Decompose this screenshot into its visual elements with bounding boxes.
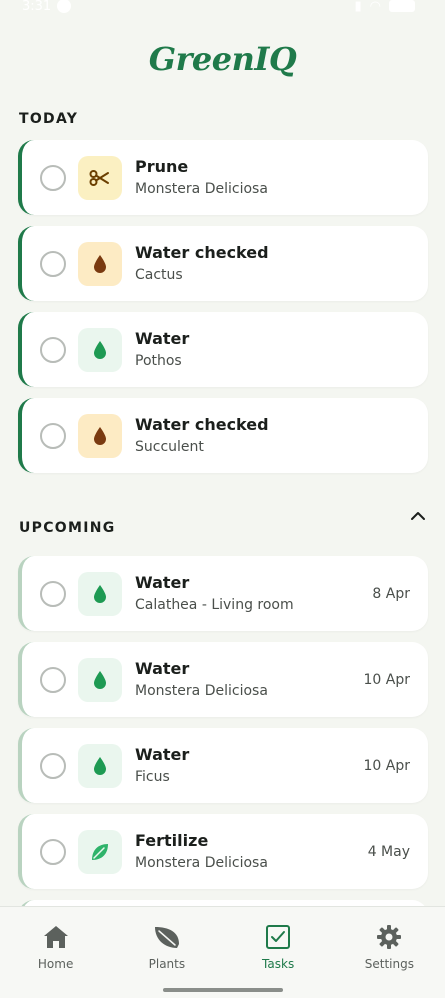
nav-tasks[interactable]: Tasks <box>223 907 334 998</box>
task-plant: Monstera Deliciosa <box>135 181 268 197</box>
task-checkbox[interactable] <box>40 250 66 277</box>
nav-home[interactable]: Home <box>0 907 111 998</box>
nav-plants[interactable]: Plants <box>111 907 222 998</box>
leaf-icon <box>78 829 122 874</box>
nav-label: Settings <box>364 957 414 971</box>
bottom-nav: Home Plants Tasks Settings <box>0 906 445 998</box>
leaf-icon <box>153 923 181 951</box>
nav-settings[interactable]: Settings <box>334 907 445 998</box>
nav-label: Tasks <box>262 957 295 971</box>
signal-icon: ▮ <box>354 0 362 14</box>
task-card[interactable]: Fertilize Monstera Deliciosa 4 May <box>18 814 428 889</box>
chevron-up-icon[interactable] <box>404 504 432 528</box>
task-title: Prune <box>135 157 189 176</box>
task-plant: Monstera Deliciosa <box>135 683 268 699</box>
home-icon <box>42 923 70 951</box>
task-date: 8 Apr <box>372 585 410 602</box>
gear-icon <box>375 923 403 951</box>
tasks-checkbox-icon <box>264 923 292 951</box>
nav-label: Home <box>37 957 74 971</box>
task-card[interactable]: Water checked Succulent <box>18 398 428 473</box>
task-card[interactable]: Water Pothos <box>18 312 428 387</box>
task-plant: Monstera Deliciosa <box>135 855 268 871</box>
task-checkbox[interactable] <box>40 336 66 363</box>
task-card[interactable]: Water Calathea - Living room 8 Apr <box>18 556 428 631</box>
water-drop-icon <box>78 743 122 788</box>
water-drop-icon <box>78 327 122 372</box>
task-plant: Cactus <box>135 267 183 283</box>
task-checkbox[interactable] <box>40 752 66 779</box>
task-checkbox[interactable] <box>40 666 66 693</box>
water-drop-icon <box>78 241 122 286</box>
notification-icon <box>57 0 72 13</box>
battery-icon <box>389 0 415 12</box>
scissors-icon <box>78 155 122 200</box>
task-title: Water checked <box>135 415 269 434</box>
task-plant: Ficus <box>135 769 170 785</box>
task-plant: Succulent <box>135 439 204 455</box>
task-title: Water <box>135 659 190 678</box>
status-time: 3:31 <box>22 0 52 14</box>
task-title: Water <box>135 745 190 764</box>
status-bar: 3:31 ▮ ◠ <box>0 0 445 22</box>
water-drop-icon <box>78 571 122 616</box>
app-logo: GreenIQ <box>148 40 297 78</box>
task-title: Water <box>135 329 190 348</box>
task-card[interactable]: Water checked Cactus <box>18 226 428 301</box>
task-checkbox[interactable] <box>40 422 66 449</box>
task-plant: Pothos <box>135 353 182 369</box>
task-date: 4 May <box>367 843 410 860</box>
task-plant: Calathea - Living room <box>135 597 294 613</box>
task-card[interactable]: Water Monstera Deliciosa 10 Apr <box>18 642 428 717</box>
task-checkbox[interactable] <box>40 164 66 191</box>
task-title: Fertilize <box>135 831 209 850</box>
task-checkbox[interactable] <box>40 838 66 865</box>
section-title-upcoming: UPCOMING <box>19 520 116 536</box>
water-drop-icon <box>78 413 122 458</box>
task-card[interactable]: Prune Monstera Deliciosa <box>18 140 428 215</box>
task-checkbox[interactable] <box>40 580 66 607</box>
task-card[interactable]: Water Ficus 10 Apr <box>18 728 428 803</box>
task-title: Water <box>135 573 190 592</box>
section-title-today: TODAY <box>19 111 79 127</box>
home-indicator[interactable] <box>163 988 283 992</box>
task-date: 10 Apr <box>363 757 410 774</box>
water-drop-icon <box>78 657 122 702</box>
nav-label: Plants <box>148 957 186 971</box>
wifi-icon: ◠ <box>369 0 381 14</box>
task-date: 10 Apr <box>363 671 410 688</box>
task-title: Water checked <box>135 243 269 262</box>
